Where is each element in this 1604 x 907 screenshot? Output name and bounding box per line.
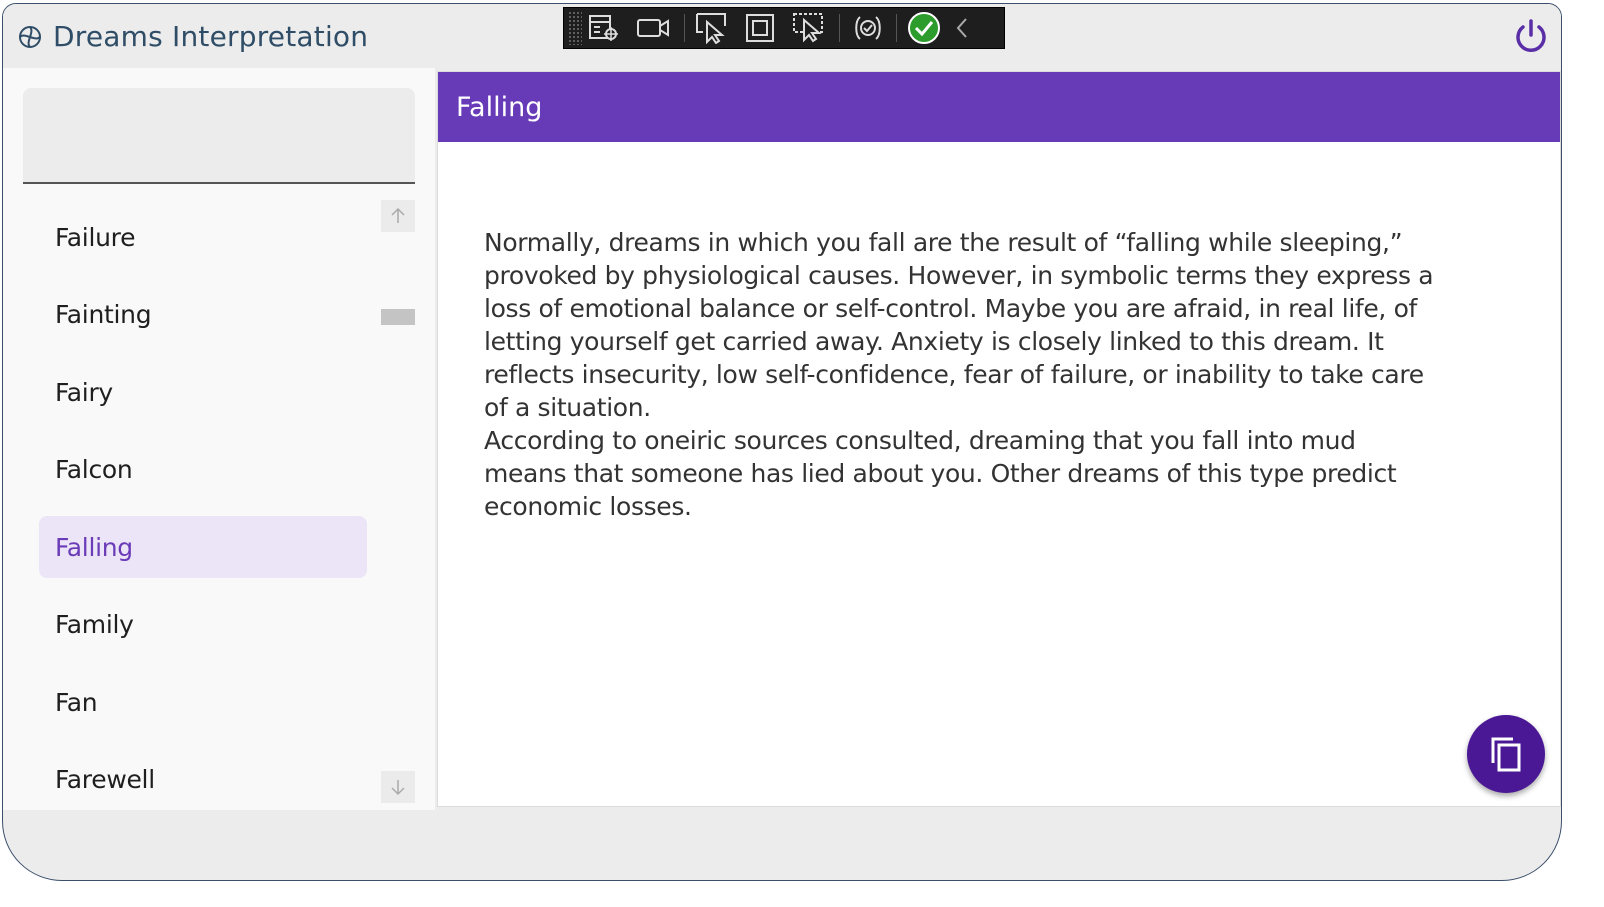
toolbar-grip[interactable] bbox=[568, 11, 582, 45]
detail-body: Normally, dreams in which you fall are t… bbox=[484, 226, 1434, 523]
list-item[interactable]: Falcon bbox=[39, 438, 367, 500]
scroll-up-button[interactable] bbox=[381, 200, 415, 232]
scroll-down-button[interactable] bbox=[381, 771, 415, 803]
power-icon[interactable] bbox=[1511, 16, 1551, 56]
detail-title: Falling bbox=[456, 92, 543, 123]
list-item[interactable]: Fairy bbox=[39, 361, 367, 423]
list-item-label: Falcon bbox=[55, 454, 133, 484]
app-logo-icon bbox=[19, 26, 41, 48]
sidebar: Failure Fainting Fairy Falcon Falling Fa… bbox=[3, 68, 435, 810]
collapse-chevron-icon[interactable] bbox=[947, 10, 977, 46]
list-item-label: Fairy bbox=[55, 377, 113, 407]
toolbar-separator bbox=[896, 14, 897, 42]
list-item-label: Fan bbox=[55, 687, 98, 717]
detail-header: Falling bbox=[438, 72, 1560, 142]
list-item-label: Failure bbox=[55, 222, 136, 252]
list-item-selected[interactable]: Falling bbox=[39, 516, 367, 578]
app-title: Dreams Interpretation bbox=[53, 20, 369, 53]
xaml-debug-toolbar bbox=[563, 7, 1005, 49]
track-focused-element-icon[interactable] bbox=[785, 10, 835, 46]
list-item-label: Family bbox=[55, 609, 134, 639]
toolbar-separator bbox=[839, 14, 840, 42]
binding-status-ok-icon[interactable] bbox=[901, 10, 947, 46]
scrollbar-thumb[interactable] bbox=[381, 309, 415, 325]
search-input[interactable] bbox=[23, 88, 415, 182]
list-item-label: Fainting bbox=[55, 299, 152, 329]
video-camera-icon[interactable] bbox=[626, 10, 680, 46]
live-visual-tree-icon[interactable] bbox=[582, 10, 626, 46]
list-item-label: Falling bbox=[55, 532, 133, 562]
select-element-icon[interactable] bbox=[689, 10, 735, 46]
display-layout-adorners-icon[interactable] bbox=[735, 10, 785, 46]
copy-icon bbox=[1491, 737, 1521, 772]
arrow-up-icon bbox=[391, 207, 405, 223]
list-item[interactable]: Fan bbox=[39, 671, 367, 733]
detail-paragraph: According to oneiric sources consulted, … bbox=[484, 426, 1397, 521]
list-item[interactable]: Family bbox=[39, 593, 367, 655]
list-item[interactable]: Fainting bbox=[39, 283, 367, 345]
detail-paragraph: Normally, dreams in which you fall are t… bbox=[484, 228, 1434, 422]
hot-reload-icon[interactable] bbox=[844, 10, 892, 46]
list-item[interactable]: Farewell bbox=[39, 748, 367, 810]
arrow-down-icon bbox=[391, 780, 405, 796]
search-field[interactable] bbox=[23, 88, 415, 184]
list-item-label: Farewell bbox=[55, 764, 155, 794]
list-item[interactable]: Failure bbox=[39, 206, 367, 268]
copy-button[interactable] bbox=[1467, 715, 1545, 793]
detail-panel: Falling Normally, dreams in which you fa… bbox=[437, 71, 1561, 807]
app-window: Dreams Interpretation Failure Fainting F… bbox=[2, 3, 1562, 881]
toolbar-separator bbox=[684, 14, 685, 42]
